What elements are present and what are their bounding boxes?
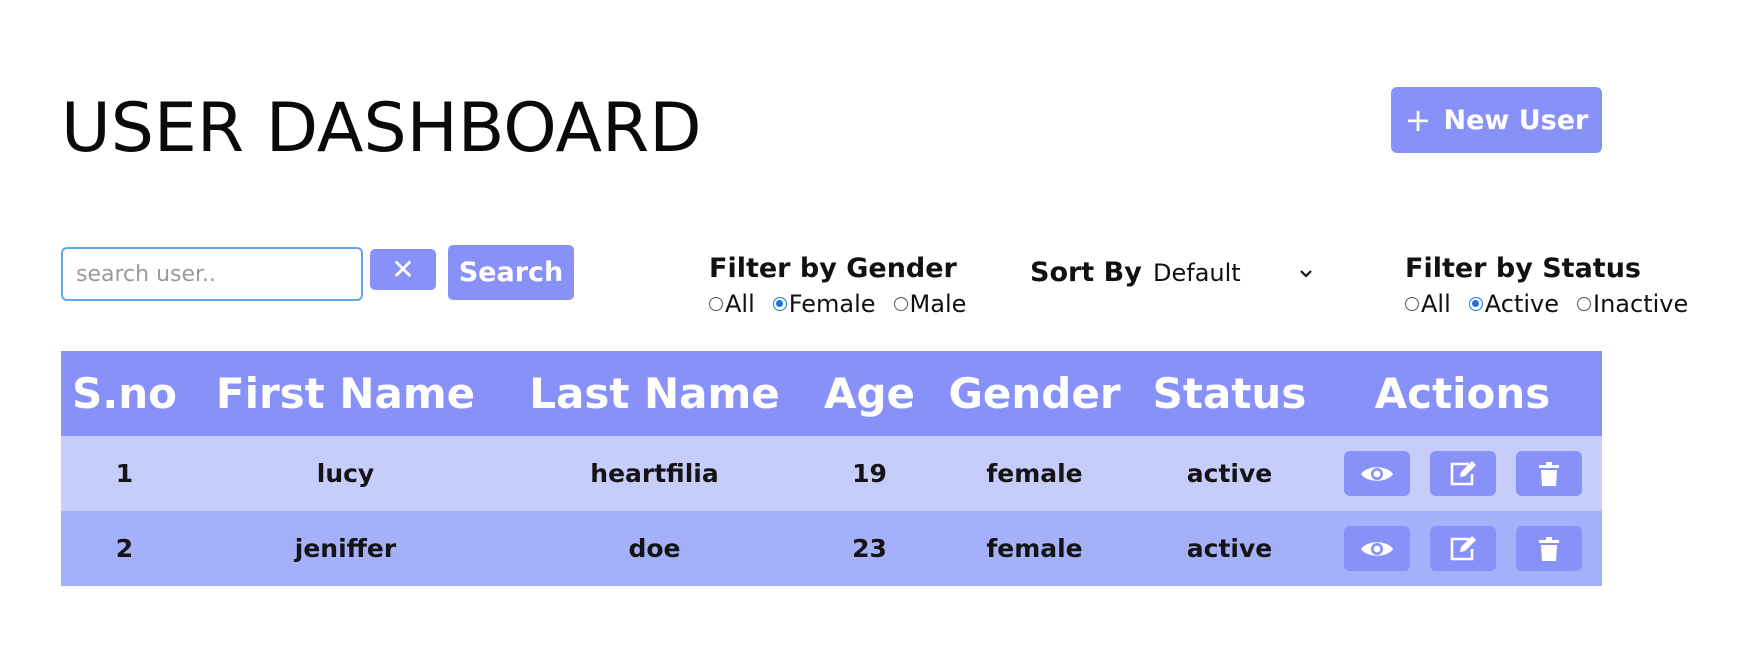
column-header-sno: S.no [61,351,188,436]
cell-first-name: jeniffer [188,511,503,586]
radio-button[interactable] [1577,297,1592,311]
edit-icon [1448,535,1478,563]
status-option-all[interactable]: All [1405,290,1451,318]
sort-value: Default [1153,259,1241,287]
radio-label: Male [909,290,967,318]
status-filter: Filter by Status All Active Inactive [1405,252,1688,318]
new-user-label: New User [1443,104,1589,136]
cell-gender: female [933,436,1136,511]
page-title: USER DASHBOARD [61,89,702,168]
radio-label: Female [788,290,876,318]
table-row: 1 lucy heartfilia 19 female active [61,436,1602,511]
cell-last-name: doe [503,511,806,586]
status-filter-label: Filter by Status [1405,253,1641,284]
cell-sno: 1 [61,436,188,511]
view-button[interactable] [1343,526,1410,571]
column-header-gender: Gender [933,351,1136,436]
gender-option-all[interactable]: All [709,290,755,318]
status-option-inactive[interactable]: Inactive [1577,290,1688,318]
radio-label: All [725,290,755,318]
cell-age: 19 [806,436,933,511]
chevron-down-icon [1299,264,1313,283]
radio-button[interactable] [772,297,787,311]
cell-sno: 2 [61,511,188,586]
trash-icon [1538,461,1559,486]
clear-search-button[interactable]: ✕ [370,249,436,290]
cell-status: active [1136,511,1323,586]
cell-actions [1323,436,1602,511]
status-radio-group: All Active Inactive [1405,290,1688,318]
users-table: S.no First Name Last Name Age Gender Sta… [61,351,1602,586]
edit-button[interactable] [1429,451,1496,496]
cell-age: 23 [806,511,933,586]
eye-icon [1360,463,1394,485]
radio-button[interactable] [709,297,723,311]
column-header-last-name: Last Name [503,351,806,436]
cell-first-name: lucy [188,436,503,511]
radio-button[interactable] [893,297,908,311]
radio-button[interactable] [1468,297,1483,311]
eye-icon [1360,538,1394,560]
plus-icon: + [1404,101,1432,139]
column-header-first-name: First Name [188,351,503,436]
new-user-button[interactable]: + New User [1391,87,1602,153]
column-header-actions: Actions [1323,351,1602,436]
gender-filter: Filter by Gender All Female Male [709,252,966,318]
radio-button[interactable] [1405,297,1419,311]
status-option-active[interactable]: Active [1468,290,1560,318]
gender-option-female[interactable]: Female [772,290,876,318]
gender-filter-label: Filter by Gender [709,253,957,284]
cell-gender: female [933,511,1136,586]
gender-radio-group: All Female Male [709,290,966,318]
column-header-status: Status [1136,351,1323,436]
view-button[interactable] [1343,451,1410,496]
search-input[interactable] [61,247,363,301]
radio-label: Inactive [1593,290,1689,318]
gender-option-male[interactable]: Male [893,290,967,318]
edit-button[interactable] [1429,526,1496,571]
cell-last-name: heartfilia [503,436,806,511]
trash-icon [1538,536,1559,561]
column-header-age: Age [806,351,933,436]
radio-label: All [1421,290,1451,318]
search-button[interactable]: Search [448,245,574,300]
table-row: 2 jeniffer doe 23 female active [61,511,1602,586]
sort-label: Sort By [1030,257,1142,288]
table-header-row: S.no First Name Last Name Age Gender Sta… [61,351,1602,436]
delete-button[interactable] [1515,526,1582,571]
edit-icon [1448,460,1478,488]
sort-select[interactable]: Default [1153,256,1317,290]
cell-actions [1323,511,1602,586]
delete-button[interactable] [1515,451,1582,496]
cell-status: active [1136,436,1323,511]
radio-label: Active [1484,290,1560,318]
